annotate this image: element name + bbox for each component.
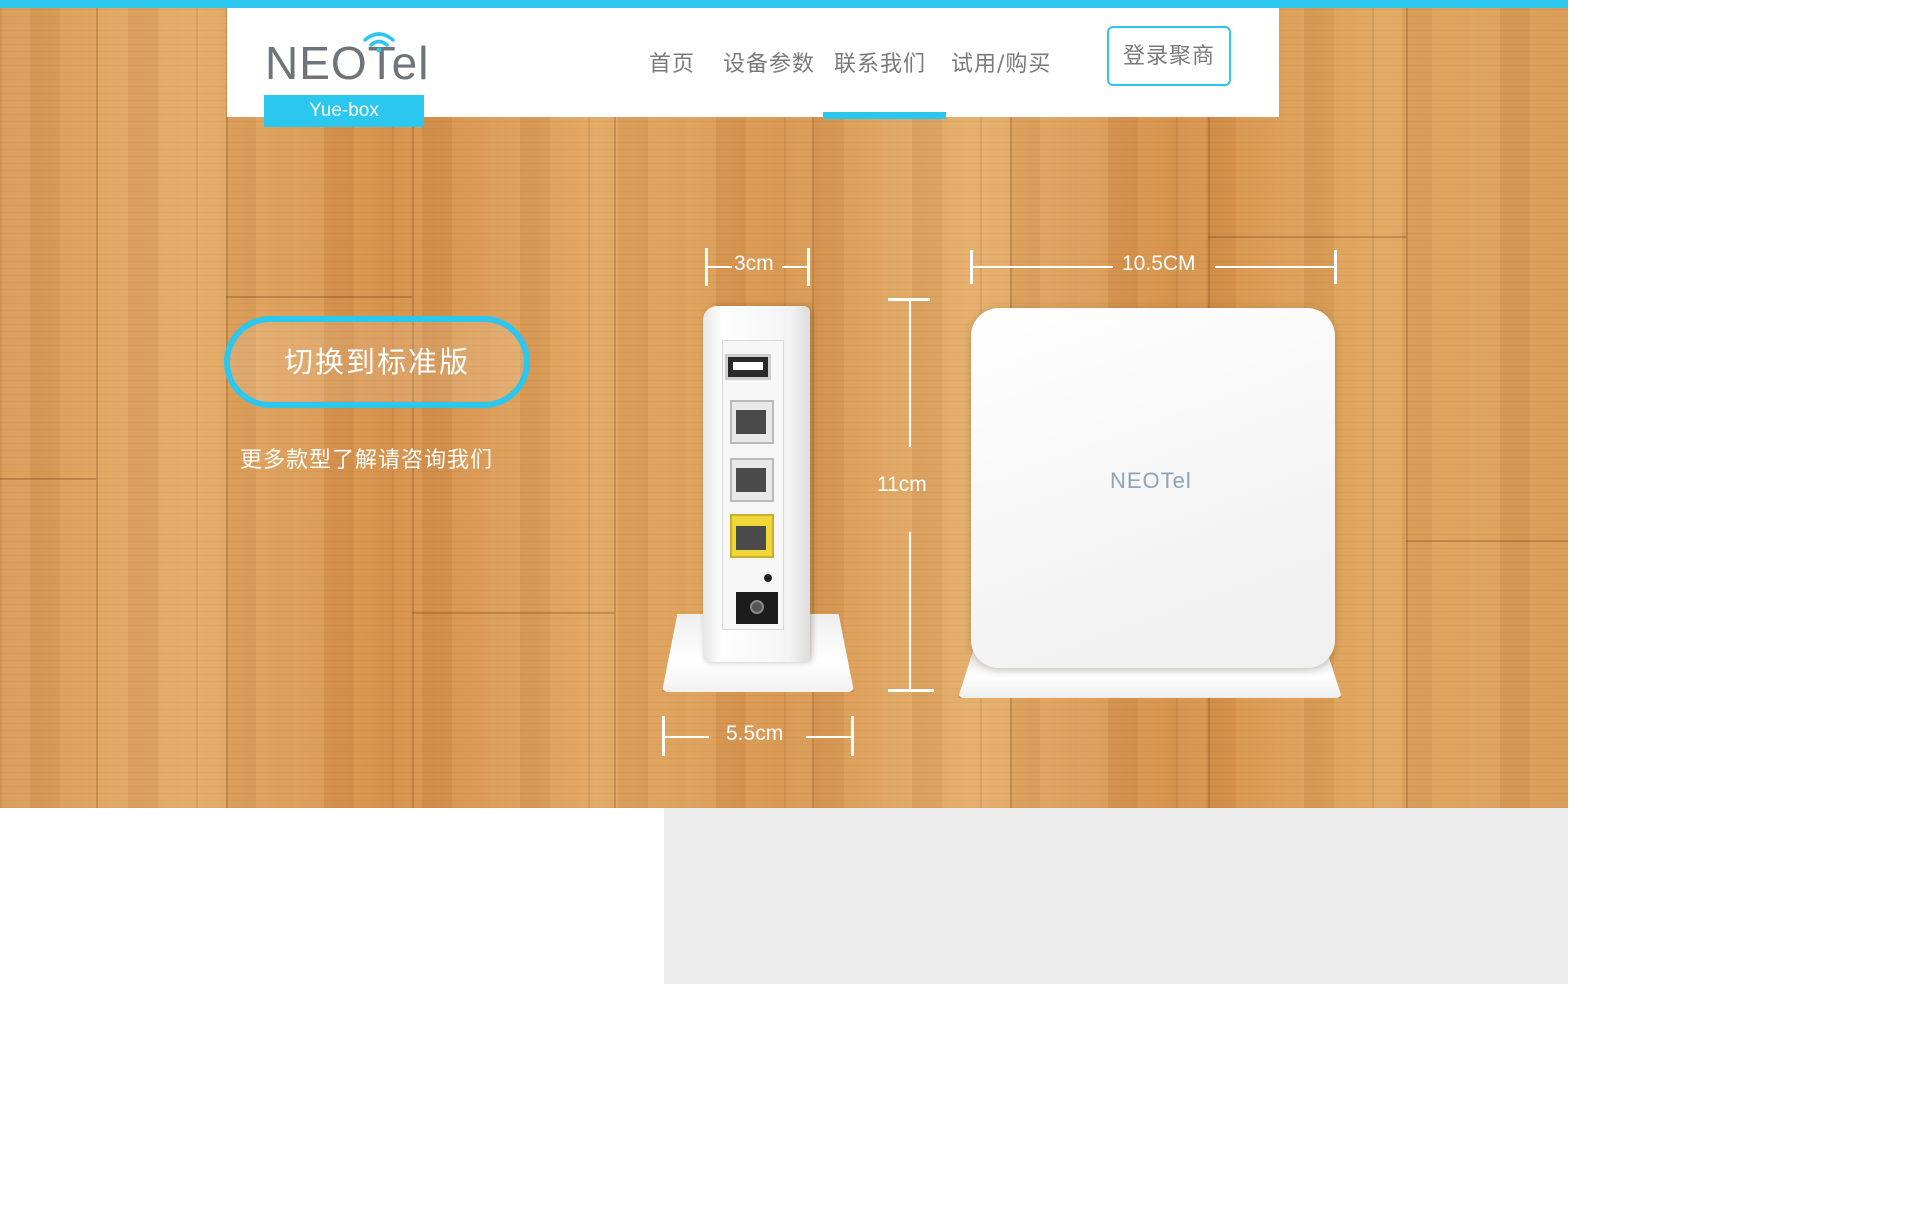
wood-plank-joint xyxy=(1208,236,1406,238)
dimension-label-height: 11cm xyxy=(877,473,927,496)
wood-plank-seam xyxy=(614,0,616,808)
dimension-line xyxy=(665,736,709,738)
login-button[interactable]: 登录聚商 xyxy=(1107,26,1231,86)
dimension-line xyxy=(708,266,732,268)
dimension-tick xyxy=(851,716,854,756)
wan-port-socket xyxy=(736,526,766,550)
wood-plank-joint xyxy=(226,296,412,298)
wood-plank-seam xyxy=(1406,0,1408,808)
ethernet-port-socket xyxy=(736,468,766,492)
wood-plank-joint xyxy=(412,612,614,614)
nav-active-indicator xyxy=(823,112,946,119)
dimension-label-base: 5.5cm xyxy=(726,722,784,745)
switch-standard-button[interactable]: 切换到标准版 xyxy=(224,316,530,408)
router-logo: NEOTel xyxy=(1110,468,1192,493)
lower-right-section xyxy=(664,808,1568,984)
top-accent-bar xyxy=(0,0,1568,8)
usb-port-slot xyxy=(733,362,763,370)
wood-plank-seam xyxy=(226,0,228,808)
dimension-line xyxy=(806,736,851,738)
dimension-tick xyxy=(888,689,934,692)
dimension-line xyxy=(973,266,1113,268)
dimension-label-depth: 3cm xyxy=(734,252,774,275)
wifi-icon xyxy=(363,32,395,52)
site-header: NEOTel Yue-box 首页 设备参数 联系我们 试用/购买 登录聚商 xyxy=(227,8,1279,127)
product-badge: Yue-box xyxy=(264,95,424,127)
dimension-label-width: 10.5CM xyxy=(1122,252,1196,275)
reset-hole-icon xyxy=(764,574,772,582)
dimension-line xyxy=(782,266,807,268)
ethernet-port-socket xyxy=(736,410,766,434)
wood-plank-joint xyxy=(0,478,96,480)
nav-item-device-params[interactable]: 设备参数 xyxy=(723,46,815,78)
dimension-tick xyxy=(807,248,810,286)
logo-text: NEOTel xyxy=(265,37,430,89)
more-models-text: 更多款型了解请咨询我们 xyxy=(240,448,494,473)
lower-left-section xyxy=(0,808,664,984)
nav-item-trial-buy[interactable]: 试用/购买 xyxy=(951,46,1051,78)
wood-plank-seam xyxy=(96,0,98,808)
nav-item-contact[interactable]: 联系我们 xyxy=(834,46,926,78)
power-port-socket xyxy=(750,600,764,614)
dimension-tick xyxy=(1334,250,1337,284)
dimension-line xyxy=(909,301,911,447)
brand-logo[interactable]: NEOTel xyxy=(265,28,435,88)
nav-item-home[interactable]: 首页 xyxy=(649,46,695,78)
dimension-line xyxy=(1215,266,1334,268)
wood-plank-joint xyxy=(1406,540,1568,542)
dimension-line xyxy=(909,532,911,689)
